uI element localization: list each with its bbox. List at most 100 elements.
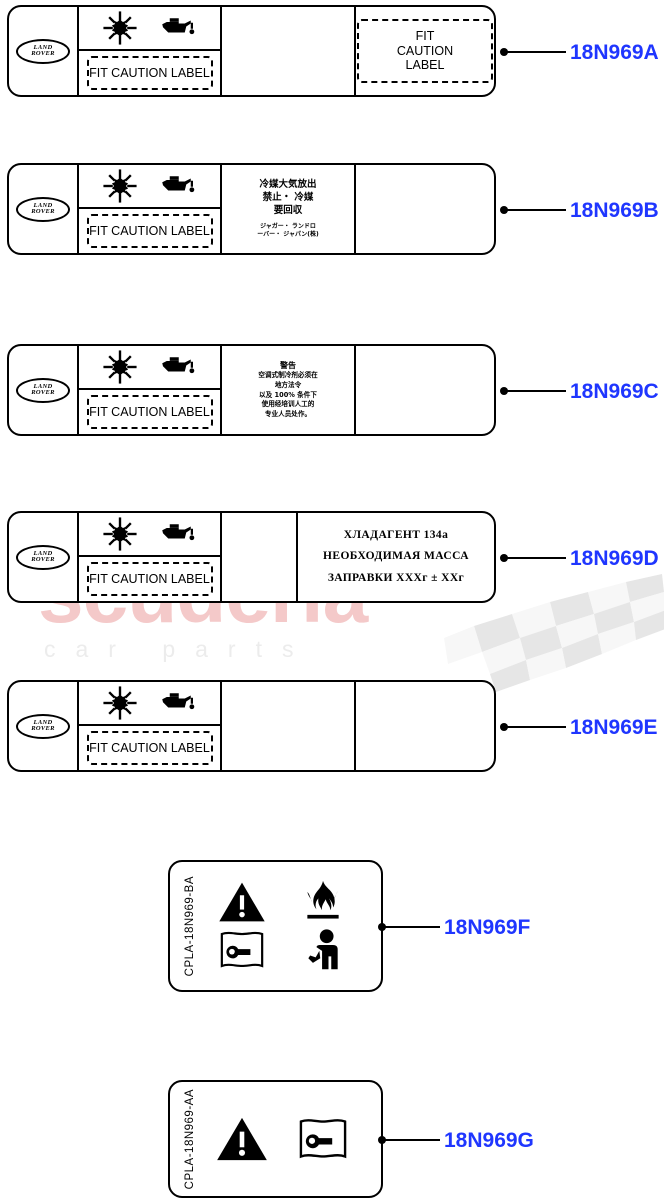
caution-label-18N969B[interactable]: LAND ROVER FIT CAUTION LABEL 冷媒大気放出 禁止・ …: [7, 163, 496, 255]
part-number-18N969F[interactable]: 18N969F: [444, 916, 530, 940]
part-number-18N969E[interactable]: 18N969E: [570, 716, 658, 740]
fit-caution-label-placeholder[interactable]: FIT CAUTION LABEL: [86, 395, 213, 429]
fit-label-slot: FIT CAUTION LABEL: [79, 557, 220, 601]
japanese-warning-text: 冷媒大気放出 禁止・ 冷媒 要回収 ジャガー・ ランドロ ーバー・ ジャパン(株…: [222, 177, 354, 240]
fit-caution-label-placeholder[interactable]: FIT CAUTION LABEL: [86, 56, 213, 90]
jp-line-3: 要回収: [273, 205, 303, 217]
oil-can-icon: [162, 524, 195, 541]
ac-snowflake-icon: [103, 11, 137, 45]
icons-cell: FIT CAUTION LABEL: [79, 682, 222, 770]
russian-warning-text: ХЛАДАГЕНТ 134a НЕОБХОДИМАЯ МАССА ЗАПРАВК…: [298, 525, 494, 589]
blank-cell-3: [222, 682, 356, 770]
blank-cell-4: [356, 682, 494, 770]
oil-can-icon: [162, 357, 195, 374]
ac-snowflake-icon: [103, 686, 137, 720]
cn-title: 警告: [280, 360, 296, 370]
icons-row: [79, 346, 220, 390]
chinese-text-cell: 警告 空调式制冷剂必须在 地方法令 以及 100% 条件下 使用经培训人工的 专…: [222, 346, 356, 434]
icons-cell: FIT CAUTION LABEL: [79, 165, 222, 253]
blank-cell: [356, 165, 494, 253]
cn-line-1: 空调式制冷剂必须在: [258, 371, 318, 380]
ru-line-2: НЕОБХОДИМАЯ МАССА: [323, 550, 469, 563]
person-service-icon: [308, 929, 338, 970]
cn-line-2: 地方法令: [274, 380, 302, 389]
brand-logo-cell: LAND ROVER: [9, 513, 79, 601]
part-number-18N969A[interactable]: 18N969A: [570, 41, 659, 65]
icons-row: [79, 513, 220, 557]
japanese-text-cell: 冷媒大気放出 禁止・ 冷媒 要回収 ジャガー・ ランドロ ーバー・ ジャパン(株…: [222, 165, 356, 253]
leader-line: [384, 1139, 440, 1141]
fit-label-slot: FIT CAUTION LABEL: [79, 726, 220, 770]
icons-row: [79, 7, 220, 51]
text-cell-blank: [222, 7, 356, 95]
fit-caution-label-large-placeholder[interactable]: FIT CAUTION LABEL: [357, 19, 493, 83]
leader-line: [506, 209, 566, 211]
leader-line: [506, 51, 566, 53]
ac-snowflake-icon: [103, 350, 137, 384]
caution-label-18N969D[interactable]: LAND ROVER FIT CAUTION LABEL ХЛАДАГЕНТ 1…: [7, 511, 496, 603]
label-code-18N969F: CPLA-18N969-BA: [184, 875, 196, 977]
warning-triangle-icon: [219, 882, 265, 922]
cn-line-4: 使用经培训人工的: [261, 400, 315, 409]
caution-label-18N969C[interactable]: LAND ROVER FIT CAUTION LABEL 警告 空调式制冷剂必须…: [7, 344, 496, 436]
icons-row: [79, 682, 220, 726]
leader-line: [506, 390, 566, 392]
warning-label-18N969F[interactable]: CPLA-18N969-BA: [168, 860, 383, 992]
ru-line-3: ЗАПРАВКИ XXXг ± XXг: [327, 571, 465, 584]
big-fit-label-cell: FIT CAUTION LABEL: [356, 7, 494, 95]
oil-can-icon: [162, 693, 195, 710]
brand-line-2: ROVER: [31, 725, 55, 732]
brand-line-2: ROVER: [31, 389, 55, 396]
brand-logo-cell: LAND ROVER: [9, 7, 79, 95]
land-rover-logo: LAND ROVER: [16, 377, 70, 403]
land-rover-logo: LAND ROVER: [16, 544, 70, 570]
icons-cell: FIT CAUTION LABEL: [79, 7, 222, 95]
flame-icon: [307, 880, 339, 919]
brand-line-2: ROVER: [31, 50, 55, 57]
icons-cell: FIT CAUTION LABEL: [79, 346, 222, 434]
ac-snowflake-icon: [103, 169, 137, 203]
ac-snowflake-icon: [103, 517, 137, 551]
land-rover-logo: LAND ROVER: [16, 196, 70, 222]
oil-can-icon: [162, 176, 195, 193]
leader-line: [384, 926, 440, 928]
warning-triangle-icon: [216, 1117, 267, 1161]
fit-caution-label-placeholder[interactable]: FIT CAUTION LABEL: [86, 731, 213, 765]
blank-cell: [356, 346, 494, 434]
brand-line-2: ROVER: [31, 556, 55, 563]
cn-line-3: 以及 100% 条件下: [259, 390, 317, 399]
manual-book-wrench-icon: [220, 931, 264, 968]
parts-diagram-canvas: scuderia car parts: [0, 0, 664, 1200]
jp-sub-1: ジャガー・ ランドロ: [260, 222, 316, 230]
warning-label-18N969G[interactable]: CPLA-18N969-AA: [168, 1080, 383, 1198]
part-number-18N969C[interactable]: 18N969C: [570, 380, 659, 404]
watermark-sub-text: car parts: [44, 636, 314, 662]
ru-line-1: ХЛАДАГЕНТ 134a: [343, 529, 449, 542]
caution-label-18N969E[interactable]: LAND ROVER FIT CAUTION LABEL: [7, 680, 496, 772]
warning-icons-grid: [196, 1108, 381, 1170]
land-rover-logo: LAND ROVER: [16, 38, 70, 64]
blank-divider-cell: [222, 513, 298, 601]
cn-line-5: 专业人员处作。: [264, 409, 312, 418]
fit-label-slot: FIT CAUTION LABEL: [79, 390, 220, 434]
land-rover-logo: LAND ROVER: [16, 713, 70, 739]
part-number-18N969B[interactable]: 18N969B: [570, 199, 659, 223]
leader-line: [506, 557, 566, 559]
manual-book-wrench-icon: [299, 1119, 347, 1159]
jp-line-2: 禁止・ 冷媒: [262, 192, 314, 204]
fit-caution-label-placeholder[interactable]: FIT CAUTION LABEL: [86, 562, 213, 596]
oil-can-icon: [162, 18, 195, 35]
fit-label-slot: FIT CAUTION LABEL: [79, 51, 220, 95]
warning-icons-grid: [196, 871, 381, 981]
brand-logo-cell: LAND ROVER: [9, 346, 79, 434]
icons-cell: FIT CAUTION LABEL: [79, 513, 222, 601]
russian-text-cell: ХЛАДАГЕНТ 134a НЕОБХОДИМАЯ МАССА ЗАПРАВК…: [298, 513, 494, 601]
brand-logo-cell: LAND ROVER: [9, 165, 79, 253]
part-number-18N969D[interactable]: 18N969D: [570, 547, 659, 571]
brand-logo-cell: LAND ROVER: [9, 682, 79, 770]
fit-caution-label-placeholder[interactable]: FIT CAUTION LABEL: [86, 214, 213, 248]
part-number-18N969G[interactable]: 18N969G: [444, 1129, 534, 1153]
fit-label-slot: FIT CAUTION LABEL: [79, 209, 220, 253]
caution-label-18N969A[interactable]: LAND ROVER FIT CAUTION LABEL FIT CAUTION…: [7, 5, 496, 97]
brand-line-2: ROVER: [31, 208, 55, 215]
